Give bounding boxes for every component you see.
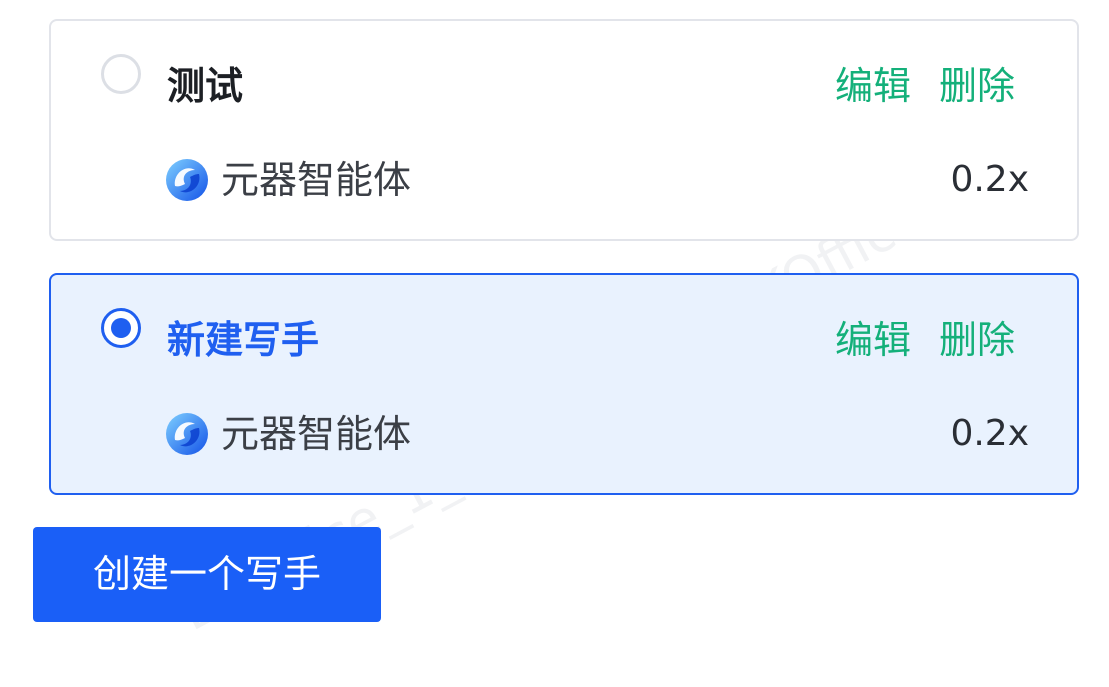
writer-card[interactable]: 测试 编辑 删除 元器智能体 0.2x	[49, 19, 1079, 241]
radio-button[interactable]	[101, 54, 141, 94]
card-actions: 编辑 删除	[835, 316, 1015, 364]
model-info: 元器智能体	[165, 156, 411, 204]
model-info: 元器智能体	[165, 410, 411, 458]
writer-card-selected[interactable]: 新建写手 编辑 删除 元器智能体 0.2x	[49, 273, 1079, 495]
edit-link[interactable]: 编辑	[835, 316, 911, 364]
edit-link[interactable]: 编辑	[835, 62, 911, 110]
card-actions: 编辑 删除	[835, 62, 1015, 110]
rate-value: 0.2x	[950, 159, 1029, 200]
delete-link[interactable]: 删除	[939, 62, 1015, 110]
radio-dot	[111, 318, 131, 338]
yuanqi-logo-icon	[166, 159, 208, 201]
model-name: 元器智能体	[221, 158, 412, 202]
delete-link[interactable]: 删除	[939, 316, 1015, 364]
writer-title: 新建写手	[167, 318, 320, 362]
model-name: 元器智能体	[221, 412, 412, 456]
create-writer-button[interactable]: 创建一个写手	[33, 527, 381, 622]
writer-list-panel: BKOffice_1_1 BKOffice_1_1 测试 编辑 删除 元器智能体	[0, 0, 1109, 687]
yuanqi-logo-icon	[166, 413, 208, 455]
radio-button-selected[interactable]	[101, 308, 141, 348]
rate-value: 0.2x	[950, 413, 1029, 454]
writer-title: 测试	[167, 64, 244, 108]
